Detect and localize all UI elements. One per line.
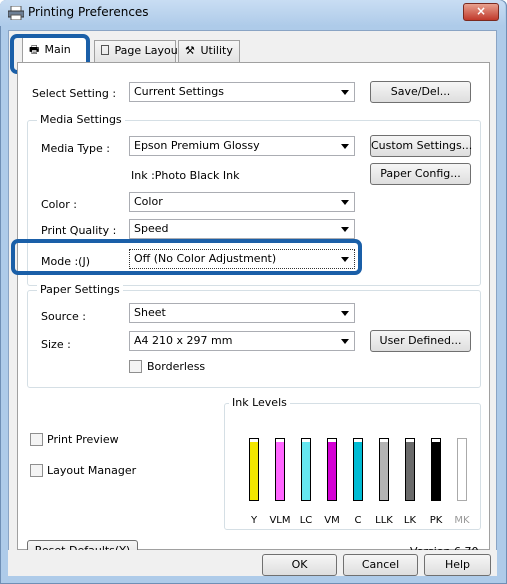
print-quality-value: Speed (134, 222, 169, 235)
color-dropdown[interactable]: Color (129, 192, 355, 212)
ink-bar-c (353, 438, 363, 501)
source-value: Sheet (134, 306, 166, 319)
ink-fill-lc (302, 442, 310, 500)
ink-label-y: Y (250, 515, 258, 526)
page-icon (101, 45, 109, 55)
media-type-value: Epson Premium Glossy (134, 139, 260, 152)
tab-utility-label: Utility (200, 44, 233, 57)
chevron-down-icon (341, 200, 349, 205)
mode-highlight (11, 239, 362, 275)
layout-manager-label: Layout Manager (47, 464, 137, 477)
ink-bar-mk (457, 438, 467, 501)
size-label: Size : (41, 338, 71, 351)
ink-label-vlm: VLM (269, 515, 291, 526)
wrench-icon: ⚒ (185, 44, 195, 57)
ink-fill-c (354, 442, 362, 500)
close-button[interactable]: × (463, 3, 499, 21)
ink-fill-vm (328, 442, 336, 500)
chevron-down-icon (341, 311, 349, 316)
print-quality-label: Print Quality : (41, 224, 117, 237)
ink-label-lc: LC (299, 515, 313, 526)
ink-label-llk: LLK (375, 515, 393, 526)
help-button[interactable]: Help (424, 554, 491, 576)
printer-icon (8, 6, 24, 20)
window-title: Printing Preferences (28, 5, 149, 19)
chevron-down-icon (341, 227, 349, 232)
paper-settings-title: Paper Settings (37, 283, 123, 296)
tab-page-layout[interactable]: Page Layout (94, 40, 182, 62)
ink-bar-lk (405, 438, 415, 501)
ink-bar-lc (301, 438, 311, 501)
media-settings-title: Media Settings (37, 113, 125, 126)
source-dropdown[interactable]: Sheet (129, 303, 355, 323)
size-dropdown[interactable]: A4 210 x 297 mm (129, 331, 355, 351)
ok-button[interactable]: OK (262, 554, 337, 576)
close-icon: × (475, 4, 487, 18)
chevron-down-icon (341, 90, 349, 95)
ink-bar-pk (431, 438, 441, 501)
ink-fill-vlm (276, 442, 284, 500)
ink-bar-y (249, 438, 259, 501)
print-quality-dropdown[interactable]: Speed (129, 219, 355, 239)
color-value: Color (134, 195, 163, 208)
ink-label-vm: VM (324, 515, 340, 526)
chevron-down-icon (341, 144, 349, 149)
paper-config-button[interactable]: Paper Config... (370, 163, 471, 185)
select-setting-dropdown[interactable]: Current Settings (129, 82, 355, 102)
ink-fill-y (250, 442, 258, 500)
ink-bar-llk (379, 438, 389, 501)
layout-manager-checkbox[interactable] (30, 464, 43, 477)
ink-levels-title: Ink Levels (229, 396, 290, 409)
ink-label-pk: PK (429, 515, 443, 526)
source-label: Source : (41, 310, 86, 323)
tab-page-layout-label: Page Layout (114, 44, 183, 57)
ink-fill-pk (432, 442, 440, 500)
borderless-checkbox[interactable] (129, 360, 142, 373)
borderless-label: Borderless (147, 360, 206, 373)
ink-fill-llk (380, 442, 388, 500)
tab-utility[interactable]: ⚒ Utility (178, 40, 240, 62)
select-setting-label: Select Setting : (32, 87, 117, 100)
ink-fill-lk (406, 442, 414, 500)
ink-bar-vlm (275, 438, 285, 501)
ink-type-text: Ink :Photo Black Ink (131, 169, 240, 182)
media-type-label: Media Type : (41, 142, 111, 155)
color-label: Color : (41, 198, 77, 211)
user-defined-button[interactable]: User Defined... (370, 330, 471, 352)
ink-label-c: C (354, 515, 362, 526)
ink-bar-vm (327, 438, 337, 501)
media-type-dropdown[interactable]: Epson Premium Glossy (129, 136, 355, 156)
print-preview-checkbox[interactable] (30, 433, 43, 446)
cancel-button[interactable]: Cancel (343, 554, 418, 576)
custom-settings-button[interactable]: Custom Settings... (370, 135, 472, 157)
select-setting-value: Current Settings (134, 85, 224, 98)
size-value: A4 210 x 297 mm (134, 334, 233, 347)
chevron-down-icon (341, 339, 349, 344)
ink-label-lk: LK (403, 515, 417, 526)
save-del-button[interactable]: Save/Del... (370, 81, 471, 103)
ink-label-mk: MK (454, 515, 470, 526)
print-preview-label: Print Preview (47, 433, 119, 446)
